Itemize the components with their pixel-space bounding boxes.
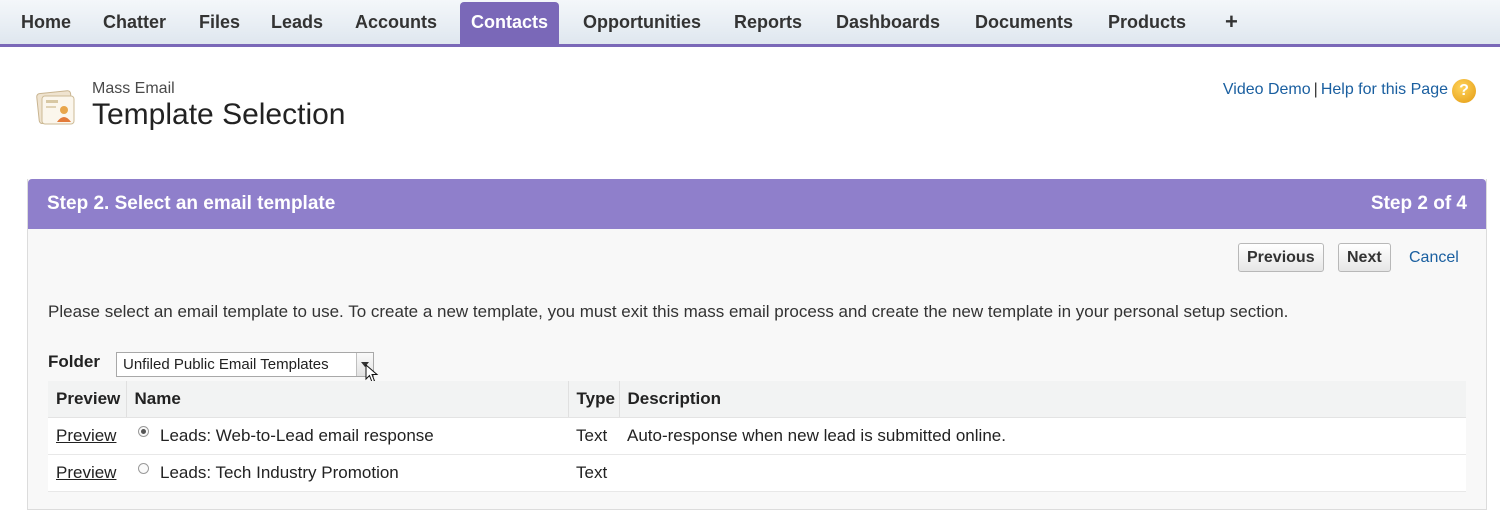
tab-home[interactable]: Home [21, 0, 71, 44]
tab-contacts[interactable]: Contacts [460, 2, 560, 44]
cancel-link[interactable]: Cancel [1409, 249, 1459, 267]
previous-button[interactable]: Previous [1238, 243, 1324, 272]
column-header-type: Type [567, 381, 619, 418]
tab-opportunities[interactable]: Opportunities [583, 0, 701, 44]
step-count: Step 2 of 4 [1370, 193, 1467, 214]
preview-link[interactable]: Preview [56, 426, 116, 445]
template-type: Text [568, 417, 619, 455]
help-icon[interactable]: ? [1452, 79, 1476, 103]
column-header-name: Name [125, 381, 568, 418]
tab-chatter[interactable]: Chatter [103, 0, 166, 44]
step-panel: Step 2. Select an email template Step 2 … [27, 179, 1487, 510]
table-header-row: Preview Name Type Description [48, 381, 1466, 418]
tab-accounts[interactable]: Accounts [355, 0, 437, 44]
tab-leads[interactable]: Leads [271, 0, 323, 44]
folder-selected-value: Unfiled Public Email Templates [123, 356, 329, 373]
table-row: Preview Leads: Web-to-Lead email respons… [48, 417, 1466, 455]
tab-bar: Home Chatter Files Leads Accounts Contac… [0, 0, 1500, 47]
column-header-preview: Preview [48, 381, 126, 418]
tab-dashboards[interactable]: Dashboards [836, 0, 940, 44]
tab-documents[interactable]: Documents [975, 0, 1073, 44]
column-header-description: Description [618, 381, 1466, 418]
template-description: Auto-response when new lead is submitted… [619, 417, 1466, 455]
tab-files[interactable]: Files [199, 0, 240, 44]
templates-table: Preview Name Type Description Preview Le… [48, 381, 1466, 492]
add-tab-plus-icon[interactable]: + [1225, 0, 1238, 44]
table-row: Preview Leads: Tech Industry Promotion T… [48, 454, 1466, 492]
template-type: Text [568, 454, 619, 492]
link-separator: | [1313, 81, 1318, 98]
folder-label: Folder [48, 352, 100, 371]
instructions-text: Please select an email template to use. … [48, 302, 1289, 321]
template-radio[interactable] [138, 426, 149, 437]
preview-link[interactable]: Preview [56, 463, 116, 482]
folder-select[interactable]: Unfiled Public Email Templates [116, 352, 374, 377]
tab-reports[interactable]: Reports [734, 0, 802, 44]
template-name: Leads: Web-to-Lead email response [160, 426, 434, 445]
help-links: Video Demo | Help for this Page [1223, 81, 1448, 99]
tab-products[interactable]: Products [1108, 0, 1186, 44]
step-header: Step 2. Select an email template Step 2 … [28, 179, 1486, 229]
page-title: Template Selection [92, 98, 346, 131]
template-name: Leads: Tech Industry Promotion [160, 463, 399, 482]
help-for-page-link[interactable]: Help for this Page [1321, 81, 1448, 98]
video-demo-link[interactable]: Video Demo [1223, 81, 1311, 98]
page-eyebrow: Mass Email [92, 80, 175, 97]
template-description [619, 454, 1466, 492]
template-radio[interactable] [138, 463, 149, 474]
next-button[interactable]: Next [1338, 243, 1391, 272]
email-template-icon [36, 90, 75, 125]
step-title: Step 2. Select an email template [47, 193, 336, 214]
